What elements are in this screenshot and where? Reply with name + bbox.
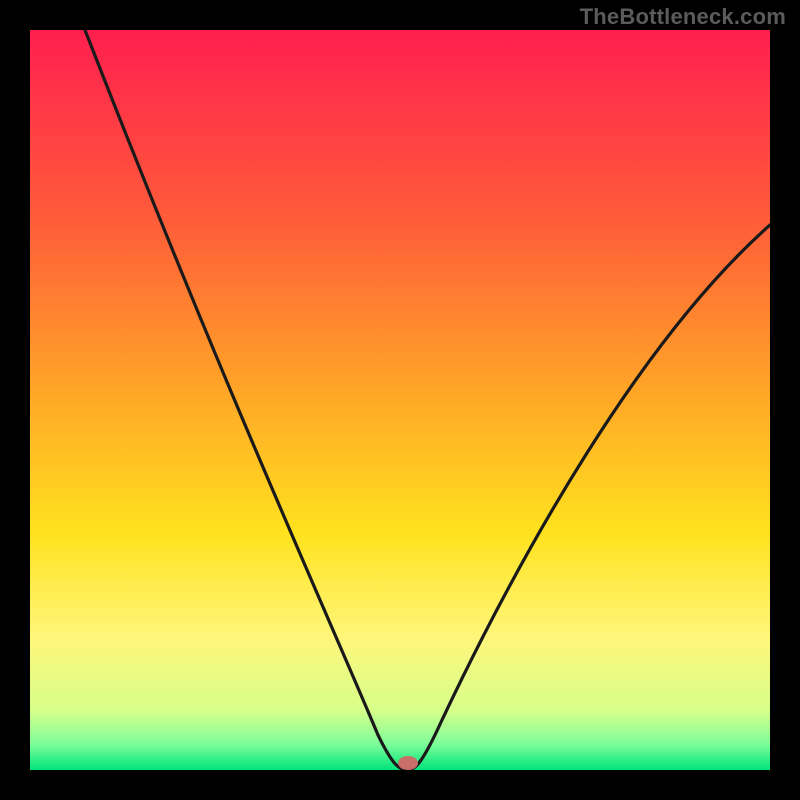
chart-svg bbox=[0, 0, 800, 800]
plot-background bbox=[30, 30, 770, 770]
chart-frame: TheBottleneck.com bbox=[0, 0, 800, 800]
watermark-text: TheBottleneck.com bbox=[580, 4, 786, 30]
min-point-marker bbox=[398, 756, 418, 770]
